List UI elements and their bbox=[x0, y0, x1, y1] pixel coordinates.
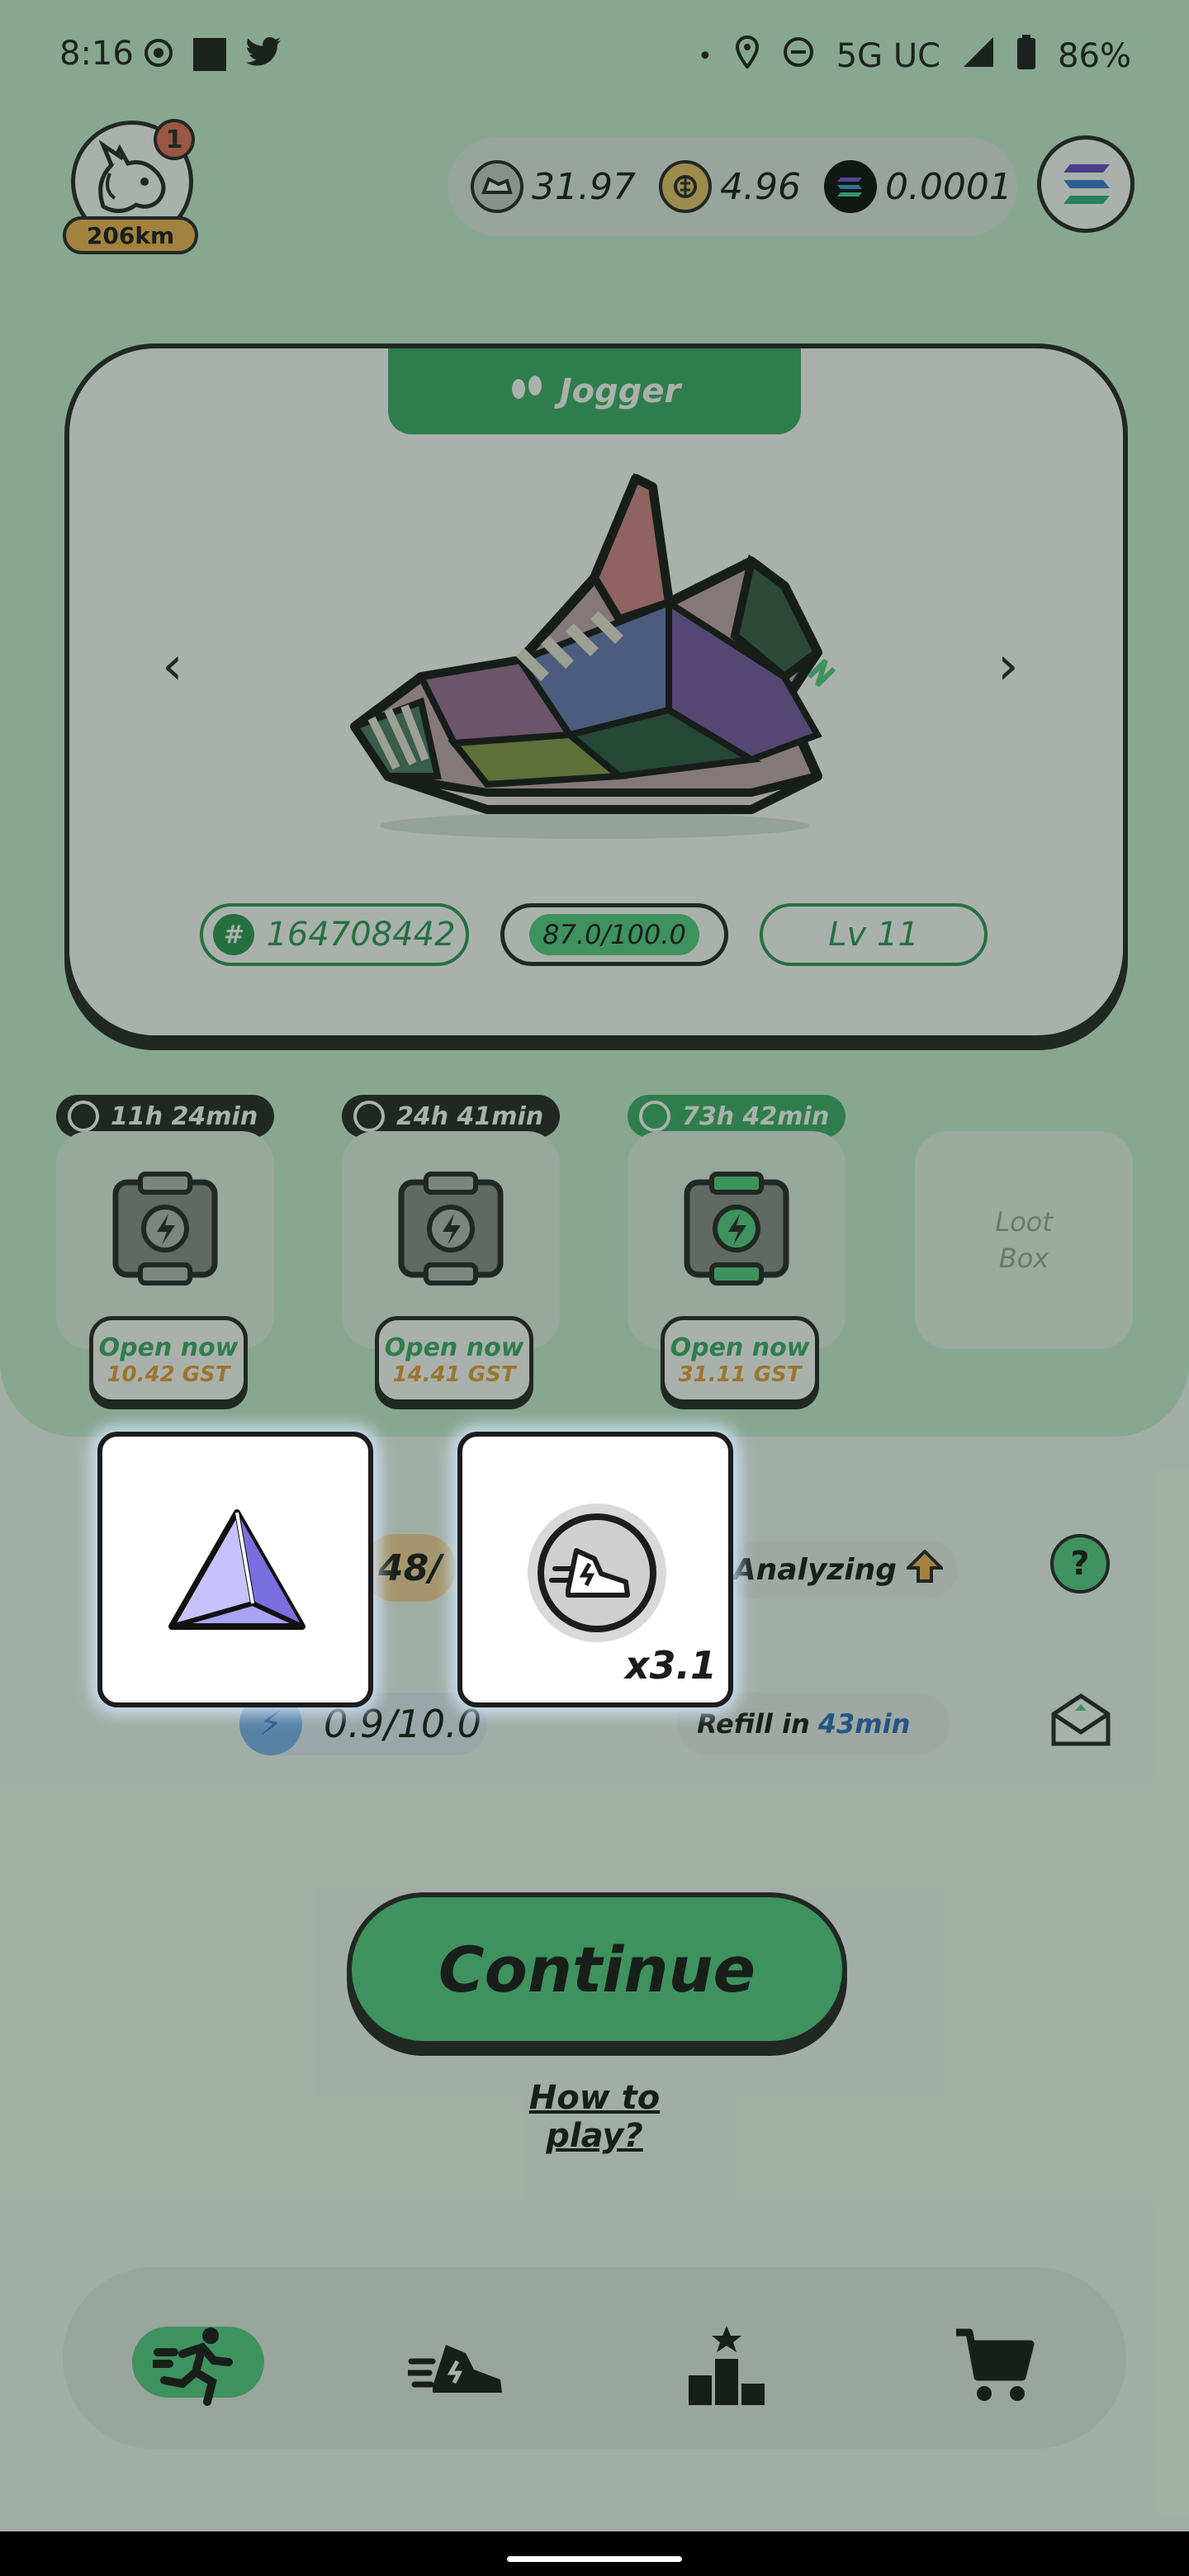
reward-card-gem bbox=[97, 1432, 373, 1707]
reward-card-gst: x3.1 bbox=[457, 1432, 733, 1707]
gst-shoe-coin-icon bbox=[528, 1503, 666, 1642]
system-navigation-bar bbox=[0, 2531, 1189, 2576]
home-gesture-handle[interactable] bbox=[507, 2556, 682, 2562]
modal-dim-overlay[interactable] bbox=[0, 0, 1189, 2531]
gem-pyramid-icon bbox=[168, 1509, 306, 1630]
reward-multiplier: x3.1 bbox=[624, 1643, 717, 1688]
